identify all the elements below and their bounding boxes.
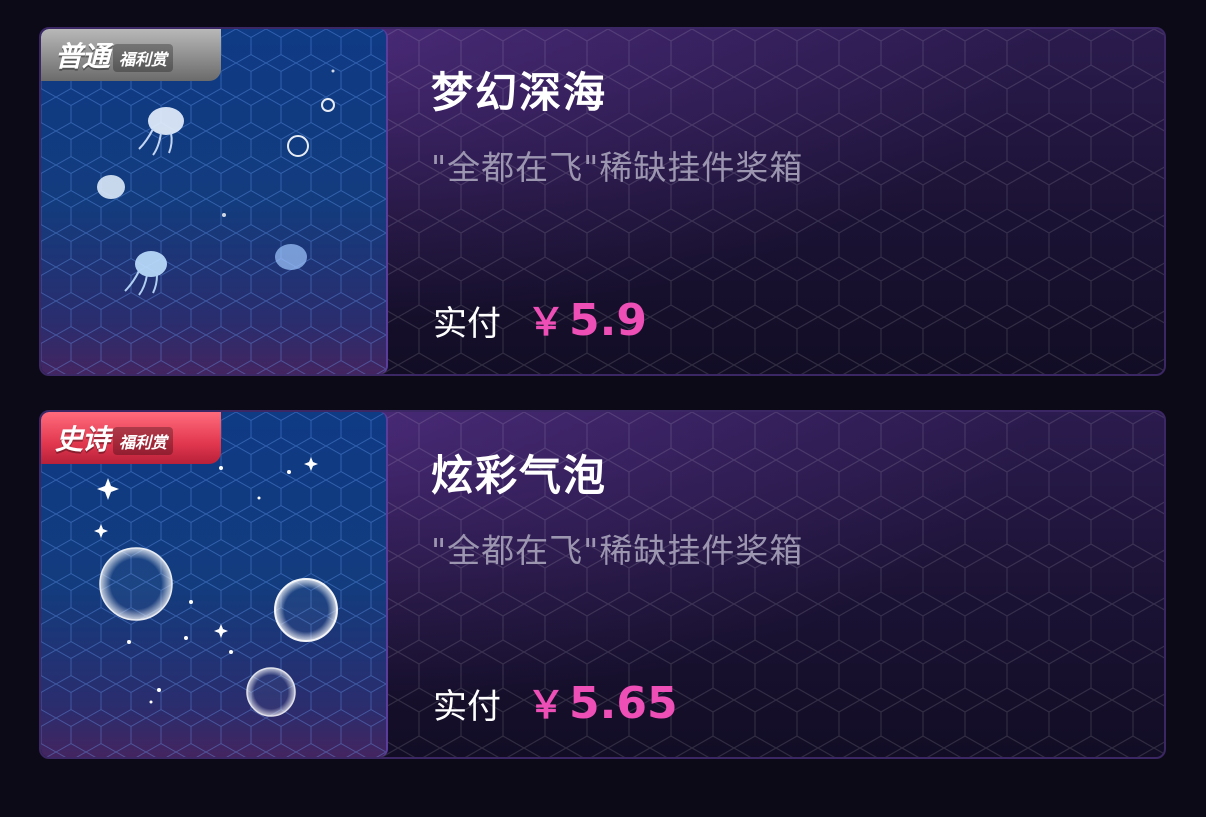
reward-card-deep-sea[interactable]: 普通 福利赏 梦幻深海 "全都在飞"稀缺挂件奖箱 实付 ￥5.9	[39, 27, 1166, 376]
price-amount: 5.9	[569, 295, 647, 346]
price-value: ￥5.9	[527, 291, 647, 346]
price-row: 实付 ￥5.9	[433, 291, 647, 346]
currency-symbol: ￥	[527, 300, 566, 344]
card-thumbnail: 史诗 福利赏	[41, 412, 388, 757]
badge-tier: 普通	[55, 40, 110, 73]
badge-epic: 史诗 福利赏	[41, 412, 221, 464]
badge-tier: 史诗	[55, 423, 110, 456]
price-row: 实付 ￥5.65	[433, 674, 678, 729]
card-thumbnail: 普通 福利赏	[41, 29, 388, 374]
card-title: 梦幻深海	[431, 68, 608, 117]
card-subtitle: "全都在飞"稀缺挂件奖箱	[431, 148, 804, 187]
price-value: ￥5.65	[527, 674, 678, 729]
currency-symbol: ￥	[527, 683, 566, 727]
badge-normal: 普通 福利赏	[41, 29, 221, 81]
card-title: 炫彩气泡	[431, 451, 608, 500]
reward-card-bubbles[interactable]: 史诗 福利赏 炫彩气泡 "全都在飞"稀缺挂件奖箱 实付 ￥5.65	[39, 410, 1166, 759]
price-label: 实付	[433, 687, 501, 727]
badge-kind: 福利赏	[113, 427, 174, 455]
card-subtitle: "全都在飞"稀缺挂件奖箱	[431, 531, 804, 570]
price-label: 实付	[433, 304, 501, 344]
price-amount: 5.65	[569, 678, 678, 729]
badge-kind: 福利赏	[113, 44, 174, 72]
